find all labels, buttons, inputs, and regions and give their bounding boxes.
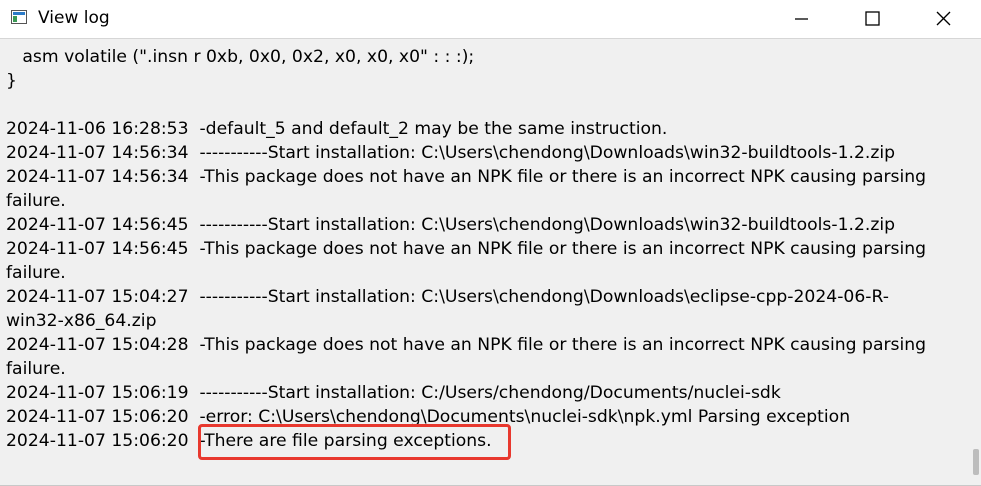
window-app-icon [11,10,27,24]
log-line: } [6,71,17,91]
log-line: 2024-11-07 15:06:19 -----------Start ins… [6,383,781,403]
close-button[interactable] [920,0,966,38]
vertical-scrollbar[interactable] [972,39,981,486]
log-line: 2024-11-07 14:56:45 -This package does n… [6,239,927,259]
log-line: 2024-11-07 14:56:45 -----------Start ins… [6,215,896,235]
minimize-icon [795,18,808,20]
log-line: asm volatile (".insn r 0xb, 0x0, 0x2, x0… [6,47,475,67]
window-title: View log [38,8,110,28]
log-line: 2024-11-07 14:56:34 -This package does n… [6,167,927,187]
log-line: failure. [6,191,66,211]
log-line: 2024-11-06 16:28:53 -default_5 and defau… [6,119,668,139]
log-line: failure. [6,359,66,379]
maximize-icon [865,11,880,26]
scrollbar-thumb[interactable] [973,449,979,475]
log-line: win32-x86_64.zip [6,311,157,331]
log-line: 2024-11-07 14:56:34 -----------Start ins… [6,143,896,163]
maximize-button[interactable] [849,0,895,38]
minimize-button[interactable] [778,0,824,38]
log-line: 2024-11-07 15:04:27 -----------Start ins… [6,287,889,307]
title-bar[interactable]: View log [0,0,981,39]
close-icon [936,11,951,26]
log-text-area[interactable]: asm volatile (".insn r 0xb, 0x0, 0x2, x0… [0,39,972,485]
highlight-annotation-box [198,424,511,460]
log-line: failure. [6,263,66,283]
log-line: 2024-11-07 15:04:28 -This package does n… [6,335,927,355]
